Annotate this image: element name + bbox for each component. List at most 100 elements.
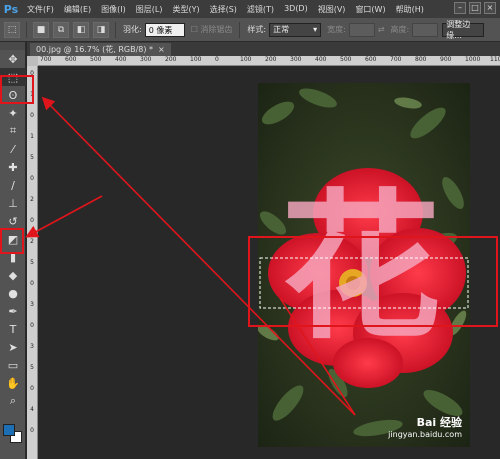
close-tab-icon[interactable]: × (158, 45, 165, 54)
stamp-icon[interactable]: ⊥ (0, 194, 26, 212)
ruler-tick-label: 5 (30, 259, 34, 266)
ruler-tick-label: 1000 (465, 56, 481, 63)
style-select-value: 正常 (273, 25, 290, 34)
antialias-checkbox[interactable]: ☐ 消除锯齿 (191, 24, 233, 35)
ruler-tick-label: 200 (165, 56, 177, 63)
selection-highlight (248, 236, 498, 327)
ruler-tick-label: 700 (390, 56, 402, 63)
horizontal-ruler: 700 600 500 400 300 200 100 0 100 200 300 400 500 600… (38, 56, 500, 66)
shape-icon[interactable]: ▭ (0, 356, 26, 374)
marquee-tool-highlight (0, 75, 34, 104)
menu-item[interactable]: 编辑(E) (59, 4, 96, 15)
baidu-watermark: Bai 经验 jingyan.baidu.com (388, 417, 462, 441)
style-select[interactable]: 正常 ▾ (269, 22, 322, 37)
height-label: 高度: (390, 25, 410, 34)
width-input[interactable] (348, 22, 375, 37)
ruler-tick-label: 300 (290, 56, 302, 63)
menu-bar: Ps 文件(F) 编辑(E) 图像(I) 图层(L) 类型(Y) 选择(S) 滤镜(T) 3D… (0, 0, 500, 18)
ruler-tick-label: 800 (415, 56, 427, 63)
menu-item[interactable]: 3D(D) (279, 4, 313, 15)
ruler-tick-label: 0 (30, 175, 34, 182)
options-bar: ⬚ ■ ⧉ ◧ ◨ 羽化: 0 像素 ☐ 消除锯齿 样式: 正常 ▾ 宽度: ⇄ … (0, 18, 500, 42)
magic-wand-icon[interactable]: ✦ (0, 104, 26, 122)
zoom-icon[interactable]: ⌕ (0, 392, 26, 410)
ruler-tick-label: 3 (30, 343, 34, 350)
refine-edge-button[interactable]: 调整边缘... (442, 20, 485, 40)
ruler-tick-label: 600 (365, 56, 377, 63)
crop-icon[interactable]: ⌗ (0, 122, 26, 140)
path-select-icon[interactable]: ➤ (0, 338, 26, 356)
ruler-tick-label: 300 (140, 56, 152, 63)
document-tab[interactable]: 00.jpg @ 16.7% (花, RGB/8) * × (30, 43, 171, 56)
ruler-tick-label: 5 (30, 154, 34, 161)
watermark-url: jingyan.baidu.com (388, 430, 462, 439)
menu-item[interactable]: 窗口(W) (350, 4, 390, 15)
menu-item[interactable]: 图像(I) (96, 4, 131, 15)
add-selection-icon[interactable]: ⧉ (53, 21, 69, 38)
ruler-tick-label: 0 (30, 385, 34, 392)
intersect-selection-icon[interactable]: ◨ (93, 21, 109, 38)
pen-icon[interactable]: ✒ (0, 302, 26, 320)
ruler-tick-label: 2 (30, 196, 34, 203)
antialias-label: 消除锯齿 (200, 25, 233, 34)
ruler-tick-label: 600 (65, 56, 77, 63)
refine-edge-label: 调整边缘... (446, 19, 471, 40)
ruler-tick-label: 4 (30, 406, 34, 413)
ruler-tick-label: 0 (30, 280, 34, 287)
menu-item[interactable]: 视图(V) (313, 4, 351, 15)
move-icon[interactable]: ✥ (0, 50, 26, 68)
maximize-button[interactable]: □ (469, 2, 481, 14)
brush-icon[interactable]: ∕ (0, 176, 26, 194)
ruler-tick-label: 1 (30, 133, 34, 140)
marquee-tool-preset-icon[interactable]: ⬚ (4, 21, 20, 38)
watermark-brand: Bai 经验 (416, 416, 462, 429)
ruler-tick-label: 400 (115, 56, 127, 63)
hand-icon[interactable]: ✋ (0, 374, 26, 392)
menu-item[interactable]: 文件(F) (22, 4, 59, 15)
ruler-tick-label: 500 (340, 56, 352, 63)
ruler-corner (27, 56, 38, 66)
ruler-tick-label: 100 (240, 56, 252, 63)
ruler-tick-label: 900 (440, 56, 452, 63)
width-label: 宽度: (327, 25, 346, 34)
ruler-tick-label: 1100 (490, 56, 500, 63)
document-tab-bar: 00.jpg @ 16.7% (花, RGB/8) * × (27, 42, 500, 56)
ruler-tick-label: 3 (30, 301, 34, 308)
ruler-tick-label: 0 (30, 322, 34, 329)
style-label: 样式: (247, 25, 267, 34)
menu-item[interactable]: 类型(Y) (167, 4, 204, 15)
ruler-tick-label: 500 (90, 56, 102, 63)
new-selection-icon[interactable]: ■ (33, 21, 49, 38)
menu-item[interactable]: 帮助(H) (391, 4, 429, 15)
menu-item[interactable]: 图层(L) (131, 4, 168, 15)
menu-item[interactable]: 滤镜(T) (242, 4, 279, 15)
close-window-button[interactable]: × (484, 2, 496, 14)
healing-icon[interactable]: ✚ (0, 158, 26, 176)
minimize-button[interactable]: – (454, 2, 466, 14)
eraser-tool-highlight (0, 228, 24, 254)
height-input[interactable] (412, 22, 439, 37)
panel-grip[interactable] (0, 42, 25, 50)
menu-item[interactable]: 选择(S) (205, 4, 242, 15)
divider (26, 21, 27, 38)
window-controls: – □ × (454, 2, 496, 14)
subtract-selection-icon[interactable]: ◧ (73, 21, 89, 38)
ruler-tick-label: 100 (190, 56, 202, 63)
ruler-tick-label: 400 (315, 56, 327, 63)
ruler-tick-label: 200 (265, 56, 277, 63)
type-icon[interactable]: T (0, 320, 26, 338)
feather-input[interactable]: 0 像素 (144, 22, 185, 37)
dodge-icon[interactable]: ● (0, 284, 26, 302)
foreground-color-swatch[interactable] (3, 424, 15, 436)
ruler-tick-label: 0 (30, 427, 34, 434)
ruler-tick-label: 5 (30, 364, 34, 371)
eyedropper-icon[interactable]: ⁄ (0, 140, 26, 158)
chevron-down-icon: ▾ (313, 25, 318, 34)
divider (115, 21, 116, 38)
ruler-tick-label: 0 (215, 56, 219, 63)
color-swatches[interactable] (3, 424, 23, 444)
swap-icon[interactable]: ⇄ (378, 25, 385, 34)
feather-label: 羽化: (123, 25, 142, 34)
blur-icon[interactable]: ◆ (0, 266, 26, 284)
divider (239, 21, 241, 38)
